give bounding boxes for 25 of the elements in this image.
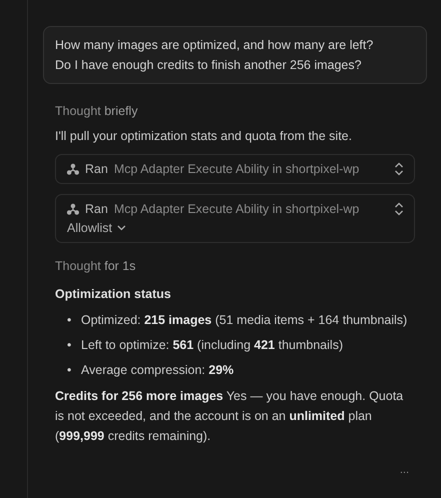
tool-verb: Ran	[85, 202, 108, 216]
list-item-text: Average compression: 29%	[81, 362, 234, 378]
list-item-text: Optimized: 215 images (51 media items + 164 thumbnails)	[81, 312, 408, 328]
more-options-button[interactable]: ...	[400, 464, 409, 476]
tool-verb: Ran	[85, 162, 108, 176]
list-item-text: Left to optimize: 561 (including 421 thumbnails)	[81, 336, 343, 352]
expand-collapse-icon[interactable]	[394, 202, 404, 216]
paragraph: I'll pull your optimization stats and quota from the site.	[55, 128, 353, 145]
user-message: How many images are optimized, and how many are left? Do I have enough credits to finish another 256 images?	[43, 26, 427, 84]
tool-call-card[interactable]: Ran Mcp Adapter Execute Ability in shortpixel-wp	[55, 154, 415, 184]
bullet-marker: •	[67, 336, 72, 352]
section-heading: Optimization status	[55, 287, 172, 301]
thought-status[interactable]: Thought briefly	[55, 104, 415, 118]
tool-call-card[interactable]: Ran Mcp Adapter Execute Ability in shortpixel-wp Allowlist	[55, 194, 415, 243]
nodes-icon	[67, 163, 79, 175]
bullet-marker: •	[67, 312, 72, 328]
tool-title: Mcp Adapter Execute Ability in shortpixel-wp	[114, 162, 360, 176]
tool-title: Mcp Adapter Execute Ability in shortpixel-wp	[114, 202, 360, 216]
chevron-down-icon	[117, 225, 126, 231]
bullet-marker: •	[67, 362, 72, 378]
nodes-icon	[67, 203, 79, 215]
paragraph: Credits for 256 more images Yes — you have enough. Quota is not exceeded, and the account is on an unlimited plan (999,999 credits remaining).	[55, 388, 404, 445]
allowlist-dropdown[interactable]: Allowlist	[67, 221, 126, 235]
thought-status[interactable]: Thought for 1s	[55, 259, 415, 273]
expand-collapse-icon[interactable]	[394, 162, 404, 176]
